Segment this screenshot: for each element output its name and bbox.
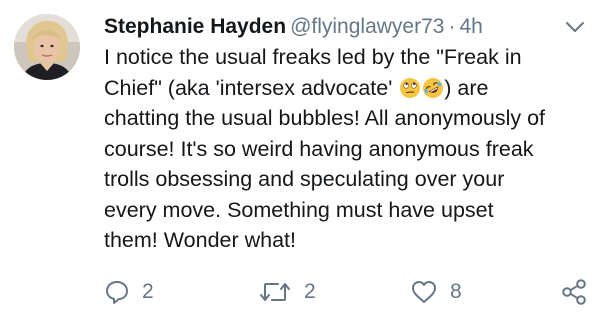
tweet-text-fragment: Chief" (aka 'intersex advocate': [104, 75, 399, 100]
tweet[interactable]: Stephanie Hayden @flyinglawyer73 · 4h I not…: [0, 0, 600, 320]
chevron-down-icon[interactable]: [564, 18, 586, 36]
tweet-text-line: trolls obsessing and speculating over yo…: [104, 167, 505, 191]
author-name[interactable]: Stephanie Hayden: [104, 15, 286, 38]
reply-count: 2: [142, 280, 154, 303]
retweet-button[interactable]: 2: [258, 272, 316, 312]
tweet-text-line: Chief" (aka 'intersex advocate') are: [104, 73, 578, 104]
retweet-icon: [258, 279, 292, 305]
retweet-count: 2: [304, 280, 316, 303]
rolling-on-floor-laughing-icon: [422, 77, 444, 99]
reply-button[interactable]: 2: [104, 272, 154, 312]
reply-icon: [104, 279, 130, 305]
tweet-text-line: them! Wonder what!: [104, 228, 296, 252]
tweet-text-fragment: ) are: [444, 75, 489, 100]
share-icon: [560, 278, 588, 306]
heart-icon: [410, 279, 438, 305]
tweet-actions: 2 2 8: [0, 272, 600, 312]
like-button[interactable]: 8: [410, 272, 462, 312]
avatar[interactable]: [14, 14, 80, 80]
face-with-rolling-eyes-icon: [399, 77, 421, 99]
separator-dot: ·: [448, 15, 456, 38]
tweet-header: Stephanie Hayden @flyinglawyer73 · 4h: [104, 12, 483, 42]
share-button[interactable]: [560, 272, 588, 312]
tweet-text-line: course! It's so weird having anonymous f…: [104, 136, 534, 161]
tweet-text: I notice the usual freaks led by the "Fr…: [104, 42, 578, 256]
tweet-timestamp[interactable]: 4h: [459, 15, 482, 38]
author-handle[interactable]: @flyinglawyer73: [290, 15, 444, 38]
tweet-text-line: chatting the usual bubbles! All anonymou…: [104, 106, 546, 130]
tweet-text-line: every move. Something must have upset: [104, 197, 494, 222]
like-count: 8: [450, 280, 462, 303]
tweet-text-line: I notice the usual freaks led by the "Fr…: [104, 45, 522, 69]
